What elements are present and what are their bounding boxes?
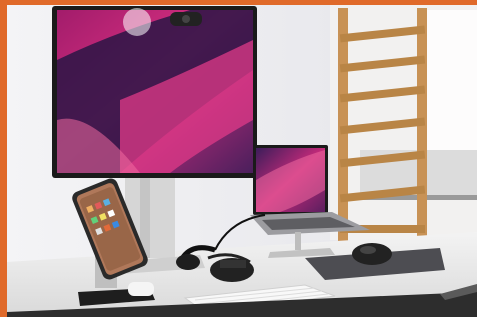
orange-frame-left (0, 0, 7, 317)
desk-setup-photo (0, 0, 477, 317)
mouse-icon (352, 243, 392, 265)
photo-scene (0, 0, 477, 317)
